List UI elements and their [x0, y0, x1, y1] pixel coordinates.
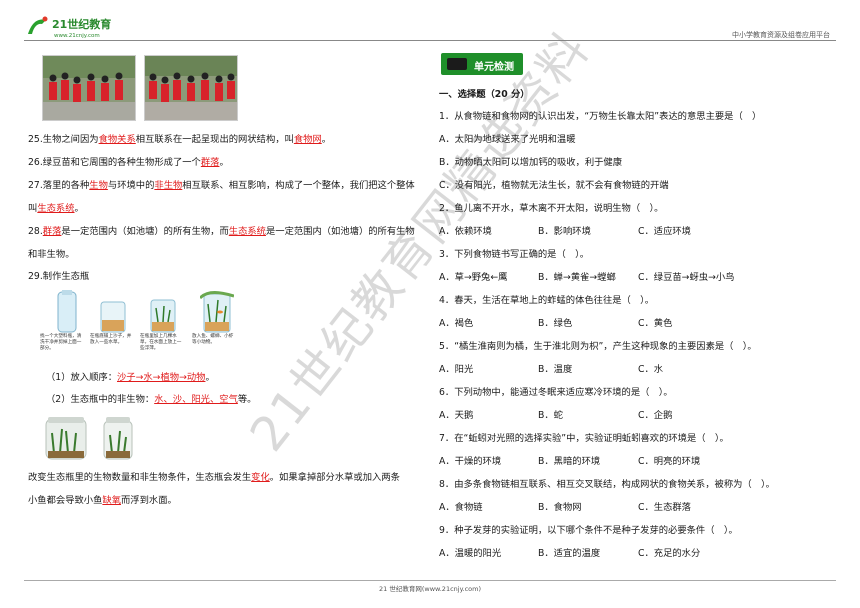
eco-bottle-steps-figure: 找一个大塑料瓶，清洗干净并剪掉上面一部分。 在瓶底铺上沙子，并放入一些水草。 在… — [40, 290, 236, 358]
question-4-option[interactable]: C．黄色 — [638, 318, 672, 330]
question-29-title: 29.制作生态瓶 — [28, 271, 90, 282]
question-1-stem: 1．从食物链和食物网的认识出发，“万物生长靠太阳”表达的意思主要是（ ） — [439, 111, 762, 122]
question-25: 25.生物之间因为食物关系相互联系在一起呈现出的网状结构，叫食物网。 — [28, 134, 332, 145]
answer-blank: 水、沙、阳光、空气 — [154, 394, 238, 405]
plastic-bottle-icon — [57, 290, 77, 333]
question-1-option[interactable]: C．没有阳光，植物就无法生长，就不会有食物链的开端 — [439, 180, 669, 192]
question-27-line2: 叫生态系统。 — [28, 203, 84, 214]
question-9-option[interactable]: B．适宜的温度 — [538, 548, 600, 560]
answer-blank: 生态系统 — [37, 203, 75, 214]
question-3-stem: 3．下列食物链书写正确的是（ ）。 — [439, 249, 590, 260]
question-7-stem: 7．在“蚯蚓对光照的选择实验”中，实验证明蚯蚓喜欢的环境是（ ）。 — [439, 433, 729, 444]
jar-sand-icon — [100, 301, 126, 333]
question-29-part1: （1）放入顺序：沙子→水→植物→动物。 — [46, 372, 215, 383]
section-heading: 一、选择题（20 分） — [439, 89, 530, 100]
unit-test-badge: 单元检测 — [441, 53, 523, 75]
question-28-line2: 和非生物。 — [28, 249, 75, 260]
question-27: 27.落里的各种生物与环境中的非生物相互联系、相互影响，构成了一个整体，我们把这… — [28, 180, 415, 191]
eco-bottle-photo-1 — [40, 413, 92, 465]
answer-blank: 缺氧 — [102, 495, 121, 506]
question-4-option[interactable]: B．绿色 — [538, 318, 572, 330]
footer-text: 21 世纪教育网(www.21cnjy.com) — [379, 585, 481, 593]
answer-blank: 变化 — [251, 472, 270, 483]
question-9-stem: 9．种子发芽的实验证明，以下哪个条件不是种子发芽的必要条件（ ）。 — [439, 525, 738, 536]
question-26: 26.绿豆苗和它周围的各种生物形成了一个群落。 — [28, 157, 229, 168]
answer-blank: 生物 — [89, 180, 108, 191]
question-8-option[interactable]: B．食物网 — [538, 502, 582, 514]
answer-blank: 群落 — [200, 157, 220, 168]
header-platform-text: 中小学教育资源及组卷应用平台 — [732, 31, 830, 39]
answer-blank: 生态系统 — [228, 226, 266, 237]
question-6-option[interactable]: C．企鹅 — [638, 410, 672, 422]
question-29-part2: （2）生态瓶中的非生物：水、沙、阳光、空气等。 — [46, 394, 257, 405]
answer-blank: 沙子→水→植物→动物 — [117, 372, 206, 383]
question-5-option[interactable]: A．阳光 — [439, 364, 473, 376]
question-2-option[interactable]: C．适应环境 — [638, 226, 691, 238]
question-9-option[interactable]: A．温暖的阳光 — [439, 548, 501, 560]
step-1-text: 找一个大塑料瓶，清洗干净并剪掉上面一部分。 — [40, 334, 82, 351]
step-3-text: 在瓶里加上几棵水草，在水面上放上一些浮萍。 — [140, 334, 182, 351]
question-5-option[interactable]: B．温度 — [538, 364, 572, 376]
question-8-option[interactable]: A．食物链 — [439, 502, 483, 514]
activity-photo-1 — [42, 55, 136, 121]
question-3-option[interactable]: A．草→野兔←鹰 — [439, 272, 507, 284]
question-7-option[interactable]: B．黑暗的环境 — [538, 456, 600, 468]
answer-blank: 非生物 — [154, 180, 183, 191]
question-28: 28.群落是一定范围内（如池塘）的所有生物，而生态系统是一定范围内（如池塘）的所… — [28, 226, 415, 237]
question-5-option[interactable]: C．水 — [638, 364, 663, 376]
question-3-option[interactable]: B．蝉→黄雀→螳螂 — [538, 272, 616, 284]
answer-blank: 群落 — [42, 226, 62, 237]
activity-photo-2 — [144, 55, 238, 121]
question-29-paragraph-1: 改变生态瓶里的生物数量和非生物条件，生态瓶会发生变化。如果拿掉部分水草或加入两条 — [28, 472, 400, 483]
question-5-stem: 5．“橘生淮南则为橘，生于淮北则为枳”，产生这种现象的主要因素是（ ）。 — [439, 341, 757, 352]
question-6-option[interactable]: B．蛇 — [538, 410, 563, 422]
site-logo: 21世纪教育 www.21cnjy.com — [24, 14, 144, 40]
question-7-option[interactable]: C．明亮的环境 — [638, 456, 700, 468]
question-8-stem: 8．由多条食物链相互联系、相互交叉联结，构成网状的食物关系，被称为（ ）。 — [439, 479, 775, 490]
question-9-option[interactable]: C．充足的水分 — [638, 548, 700, 560]
footer-divider — [24, 580, 836, 581]
question-29-paragraph-2: 小鱼都会导致小鱼缺氧而浮到水面。 — [28, 495, 177, 506]
question-6-option[interactable]: A．天鹅 — [439, 410, 473, 422]
question-6-stem: 6．下列动物中，能通过冬眠来适应寒冷环境的是（ ）。 — [439, 387, 673, 398]
question-2-stem: 2．鱼儿离不开水，草木离不开太阳，说明生物（ ）。 — [439, 203, 664, 214]
question-1-option[interactable]: B．动物晒太阳可以增加钙的吸收，利于健康 — [439, 157, 622, 169]
answer-blank: 食物关系 — [98, 134, 136, 145]
test-icon — [447, 58, 467, 70]
jar-plants-icon — [150, 299, 176, 333]
logo-subtext: www.21cnjy.com — [54, 33, 100, 39]
question-1-option[interactable]: A．太阳为地球送来了光明和温暖 — [439, 134, 576, 146]
header-divider — [24, 40, 836, 41]
question-3-option[interactable]: C．绿豆苗→蚜虫→小鸟 — [638, 272, 734, 284]
question-2-option[interactable]: A．依赖环境 — [439, 226, 492, 238]
question-2-option[interactable]: B．影响环境 — [538, 226, 591, 238]
jar-animals-icon — [200, 291, 234, 333]
question-8-option[interactable]: C．生态群落 — [638, 502, 691, 514]
logo-text: 21世纪教育 — [52, 17, 111, 31]
step-4-text: 放入鱼、螺蛳、小虾等小动物。 — [192, 334, 234, 345]
question-7-option[interactable]: A．干燥的环境 — [439, 456, 501, 468]
step-2-text: 在瓶底铺上沙子，并放入一些水草。 — [90, 334, 132, 345]
eco-bottle-photo-2 — [100, 413, 136, 465]
answer-blank: 食物网 — [293, 134, 322, 145]
question-4-stem: 4．春天，生活在草地上的蚱蜢的体色往往是（ ）。 — [439, 295, 655, 306]
question-4-option[interactable]: A．褐色 — [439, 318, 473, 330]
